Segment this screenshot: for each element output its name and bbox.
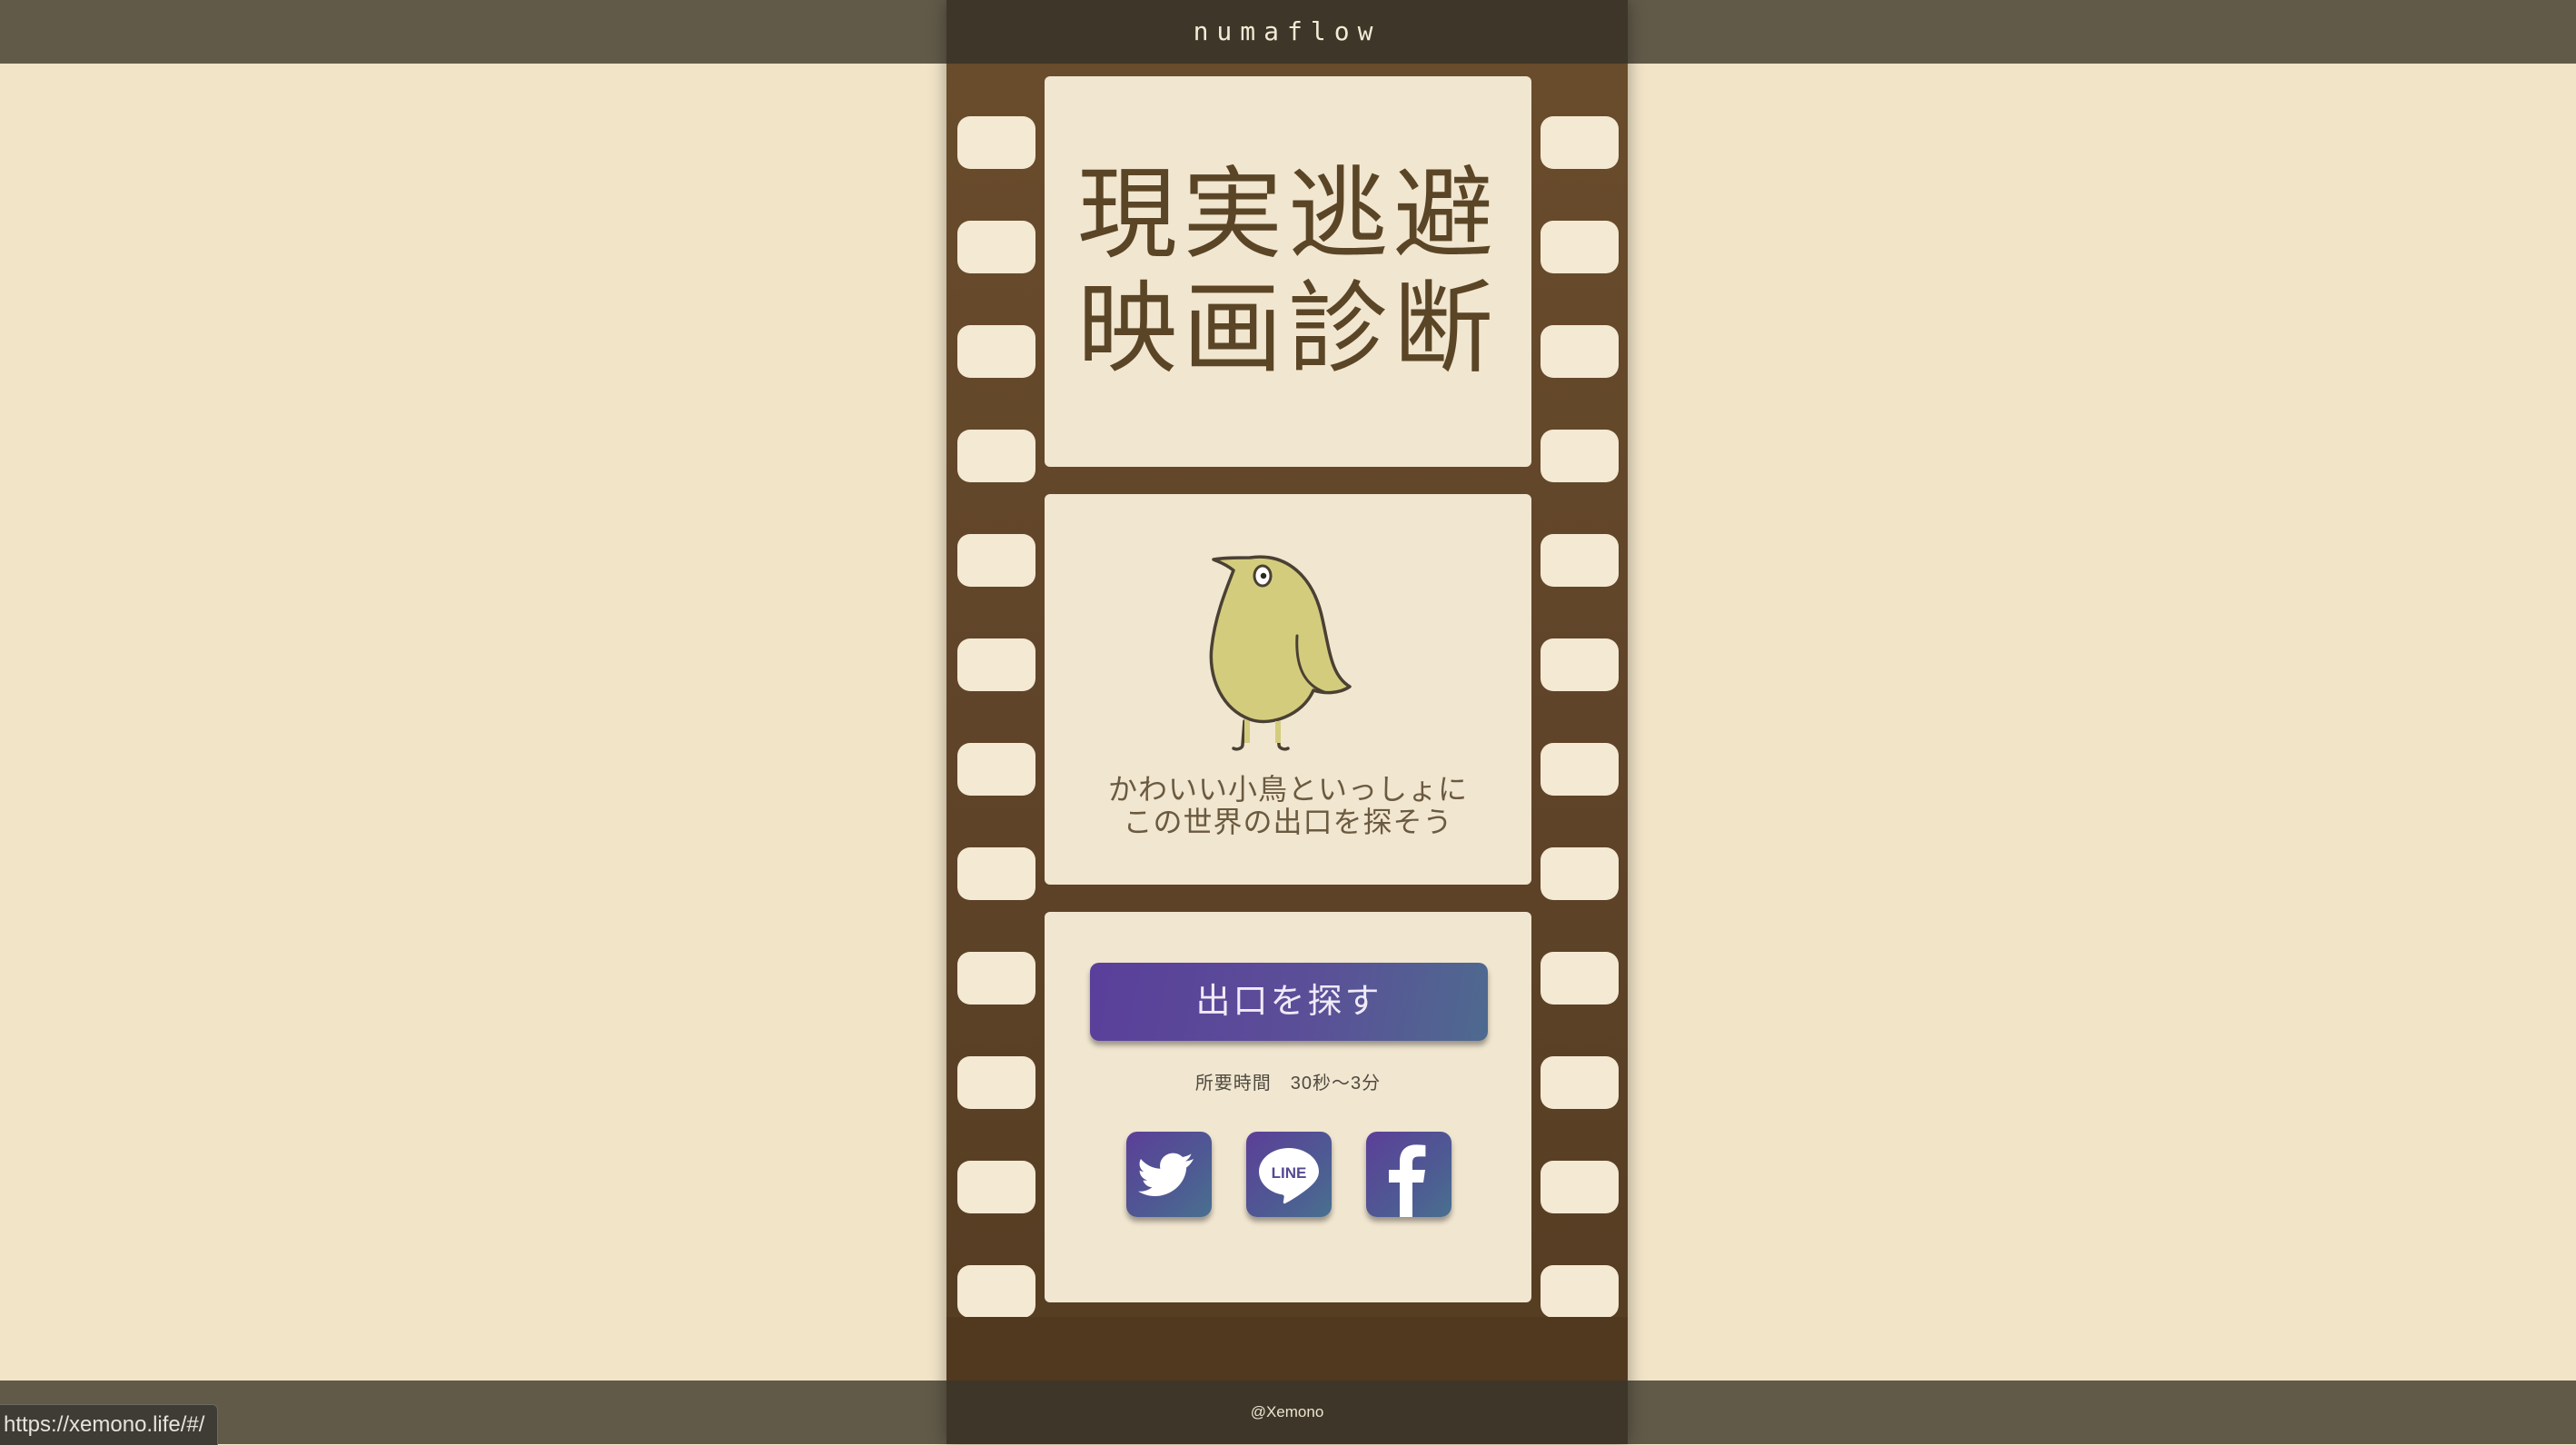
facebook-share-button[interactable] — [1366, 1132, 1451, 1217]
twitter-share-button[interactable] — [1126, 1132, 1212, 1217]
sprocket-hole-left — [957, 638, 1035, 691]
footer-credit[interactable]: @Xemono — [946, 1381, 1628, 1444]
film-strip: 現実逃避 映画診断 かわいい小鳥といっしょに この世界の出口を探そう 出口を探す… — [946, 64, 1628, 1381]
sprocket-hole-left — [957, 534, 1035, 587]
action-frame: 出口を探す 所要時間 30秒〜3分 LINE — [1045, 912, 1531, 1302]
site-header: numaflow — [946, 0, 1628, 64]
page-title-line-2: 映画診断 — [1077, 273, 1499, 385]
sprocket-hole-left — [957, 1056, 1035, 1109]
line-share-button[interactable]: LINE — [1246, 1132, 1332, 1217]
sprocket-hole-left — [957, 1161, 1035, 1213]
sprocket-hole-right — [1541, 534, 1619, 587]
sprocket-hole-right — [1541, 638, 1619, 691]
title-frame: 現実逃避 映画診断 — [1045, 76, 1531, 467]
bird-illustration — [1209, 555, 1352, 751]
sprocket-hole-left — [957, 221, 1035, 273]
sprocket-hole-right — [1541, 743, 1619, 796]
intro-frame: かわいい小鳥といっしょに この世界の出口を探そう — [1045, 494, 1531, 885]
status-bar-url: https://xemono.life/#/ — [0, 1404, 219, 1445]
app-column: numaflow 現実逃避 映画診断 かわいい小鳥といっしょに この世界の出口を… — [946, 0, 1628, 1444]
sprocket-hole-right — [1541, 952, 1619, 1005]
page-title-line-1: 現実逃避 — [1077, 159, 1499, 271]
line-icon-label: LINE — [1272, 1164, 1307, 1182]
sprocket-hole-right — [1541, 221, 1619, 273]
duration-note: 所要時間 30秒〜3分 — [1194, 1074, 1382, 1094]
sprocket-hole-left — [957, 1265, 1035, 1318]
twitter-icon — [1138, 1153, 1194, 1196]
intro-text-line-1: かわいい小鳥といっしょに — [1107, 773, 1468, 806]
sprocket-hole-right — [1541, 1265, 1619, 1318]
sprocket-hole-right — [1541, 116, 1619, 169]
brand-logo-text[interactable]: numaflow — [1194, 16, 1382, 46]
sprocket-hole-right — [1541, 325, 1619, 378]
sprocket-hole-left — [957, 847, 1035, 900]
sprocket-hole-left — [957, 952, 1035, 1005]
sprocket-hole-left — [957, 743, 1035, 796]
sprocket-hole-left — [957, 430, 1035, 482]
film-strip-bottom — [946, 1317, 1628, 1381]
sprocket-hole-left — [957, 325, 1035, 378]
intro-text-line-2: この世界の出口を探そう — [1123, 806, 1453, 838]
sprocket-hole-right — [1541, 847, 1619, 900]
sprocket-hole-right — [1541, 1161, 1619, 1213]
sprocket-hole-right — [1541, 1056, 1619, 1109]
line-icon: LINE — [1259, 1148, 1319, 1204]
start-diagnosis-button[interactable]: 出口を探す — [1090, 963, 1488, 1041]
sprocket-hole-right — [1541, 430, 1619, 482]
facebook-icon — [1389, 1144, 1426, 1217]
sprocket-hole-left — [957, 116, 1035, 169]
